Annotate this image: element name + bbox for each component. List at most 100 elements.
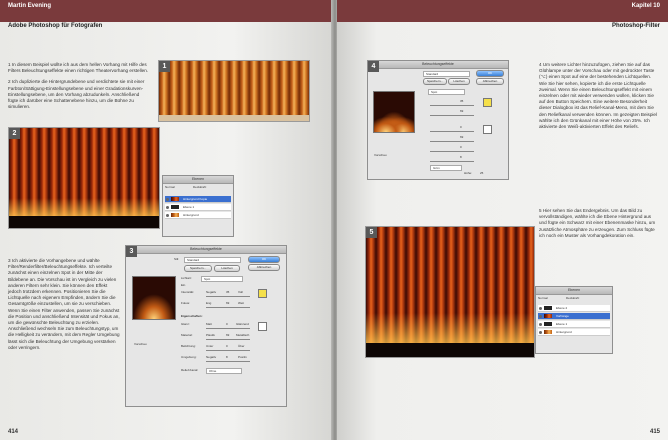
eye-icon[interactable] bbox=[166, 205, 169, 209]
layer-row[interactable]: Ebene 1 bbox=[538, 321, 610, 328]
layer-thumbnail bbox=[544, 306, 552, 310]
eye-icon[interactable] bbox=[166, 213, 169, 217]
intensity-slider[interactable] bbox=[206, 296, 250, 297]
stage-glow bbox=[366, 313, 534, 347]
stage-floor bbox=[366, 343, 534, 357]
layer-row[interactable]: Hintergrund Kopie bbox=[165, 196, 231, 203]
light-color-swatch[interactable] bbox=[483, 98, 492, 107]
left-page-number: 414 bbox=[8, 429, 19, 435]
step-5-text: 5 Hier sehen Sie das Endergebnis. Um das… bbox=[539, 208, 656, 238]
gloss-value[interactable]: 0 bbox=[460, 125, 462, 129]
eye-icon[interactable] bbox=[539, 314, 542, 318]
focus-value[interactable]: 69 bbox=[460, 109, 463, 113]
material-min: Plastik bbox=[206, 333, 215, 337]
properties-label: Eigenschaften: bbox=[181, 314, 203, 318]
save-button[interactable]: Speichern... bbox=[423, 78, 447, 85]
ambience-slider[interactable] bbox=[206, 361, 250, 362]
height-label: Höhe: bbox=[464, 171, 473, 175]
intensity-value[interactable]: 35 bbox=[460, 99, 463, 103]
light-color-swatch[interactable] bbox=[258, 289, 267, 298]
cancel-button[interactable]: Abbrechen bbox=[248, 264, 280, 271]
focus-slider[interactable] bbox=[206, 307, 250, 308]
eye-icon[interactable] bbox=[539, 306, 542, 310]
focus-value[interactable]: 69 bbox=[226, 301, 229, 305]
layer-thumbnail bbox=[544, 330, 552, 334]
right-header-bar: Kapitel 10 bbox=[337, 0, 668, 22]
intensity-slider[interactable] bbox=[430, 105, 474, 106]
light-type-select[interactable]: Spot bbox=[201, 276, 243, 282]
save-button[interactable]: Speichern... bbox=[184, 265, 212, 272]
style-select[interactable]: Standard bbox=[423, 71, 470, 77]
blend-mode-select[interactable]: Normal bbox=[538, 296, 548, 300]
light-type-value: Spot bbox=[204, 277, 211, 281]
intensity-value[interactable]: 35 bbox=[226, 290, 229, 294]
material-slider[interactable] bbox=[206, 339, 250, 340]
preview-area[interactable] bbox=[132, 276, 176, 320]
exposure-label: Belichtung: bbox=[181, 344, 196, 348]
ok-button[interactable]: OK bbox=[476, 70, 504, 77]
on-checkbox[interactable]: Ein bbox=[181, 283, 185, 287]
layer-row[interactable]: Hintergrund bbox=[538, 329, 610, 336]
texture-channel-label: Relief-Kanal: bbox=[181, 368, 199, 372]
focus-slider[interactable] bbox=[430, 115, 474, 116]
right-text-column-2: 5 Hier sehen Sie das Endergebnis. Um das… bbox=[539, 208, 657, 244]
intensity-label: Intensität: bbox=[181, 290, 195, 294]
eye-icon[interactable] bbox=[539, 322, 542, 326]
opacity-label: Deckkraft: bbox=[566, 296, 580, 300]
exposure-value[interactable]: 0 bbox=[226, 344, 228, 348]
layer-thumbnail bbox=[544, 314, 552, 318]
exposure-slider[interactable] bbox=[206, 350, 250, 351]
layer-row[interactable]: Vorhänge bbox=[538, 313, 610, 320]
cancel-button[interactable]: Abbrechen bbox=[476, 78, 504, 85]
layer-row[interactable]: Hintergrund bbox=[165, 212, 231, 219]
layer-row[interactable]: Ebene 2 bbox=[538, 305, 610, 312]
material-value[interactable]: 69 bbox=[460, 135, 463, 139]
figure-1-curtain-photo: 1 bbox=[158, 60, 310, 122]
gloss-slider[interactable] bbox=[430, 131, 474, 132]
chapter-title: Photoshop-Filter bbox=[612, 23, 660, 29]
layer-name: Hintergrund bbox=[556, 330, 572, 334]
ambience-slider[interactable] bbox=[430, 161, 474, 162]
ambient-color-swatch[interactable] bbox=[258, 322, 267, 331]
figure-2-curtain-photo: 2 bbox=[8, 127, 160, 229]
gloss-value[interactable]: 0 bbox=[226, 322, 228, 326]
texture-channel-select[interactable]: Grün bbox=[430, 165, 462, 171]
texture-channel-select[interactable]: Ohne bbox=[206, 368, 242, 374]
eye-icon[interactable] bbox=[166, 197, 169, 201]
ambient-color-swatch[interactable] bbox=[483, 125, 492, 134]
style-select[interactable]: Standard bbox=[184, 257, 241, 263]
eye-icon[interactable] bbox=[539, 330, 542, 334]
texture-channel-value: Ohne bbox=[209, 369, 217, 373]
book-title: Adobe Photoshop für Fotografen bbox=[8, 23, 103, 29]
focus-min: Eng bbox=[206, 301, 212, 305]
material-slider[interactable] bbox=[430, 141, 474, 142]
ambience-value[interactable]: 8 bbox=[226, 355, 228, 359]
ambience-min: Negativ bbox=[206, 355, 217, 359]
stage-floor bbox=[159, 115, 309, 121]
left-header-bar: Martin Evening bbox=[0, 0, 333, 22]
preview-area[interactable] bbox=[373, 91, 415, 133]
lighting-effects-dialog: 3 Beleuchtungseffekte Stil: Standard OK … bbox=[125, 245, 287, 407]
light-type-select[interactable]: Spot bbox=[428, 89, 465, 95]
height-value[interactable]: 25 bbox=[480, 171, 483, 175]
style-value: Standard bbox=[187, 258, 200, 262]
delete-button[interactable]: Löschen bbox=[214, 265, 240, 272]
exposure-value[interactable]: 0 bbox=[460, 145, 462, 149]
step-1-text: 1 In diesem Beispiel wollte ich aus dem … bbox=[8, 62, 149, 74]
ok-button[interactable]: OK bbox=[248, 256, 280, 263]
figure-1-number: 1 bbox=[159, 61, 170, 72]
intensity-max: Voll bbox=[238, 290, 243, 294]
layer-thumbnail bbox=[544, 322, 552, 326]
blend-mode-select[interactable]: Normal bbox=[165, 185, 175, 189]
preview-checkbox-label[interactable]: Vorschau bbox=[374, 153, 387, 157]
ambience-label: Umgebung: bbox=[181, 355, 197, 359]
stage-glow bbox=[9, 198, 159, 218]
delete-button[interactable]: Löschen bbox=[448, 78, 470, 85]
ambience-value[interactable]: 8 bbox=[460, 155, 462, 159]
layer-row[interactable]: Ebene 1 bbox=[165, 204, 231, 211]
preview-checkbox-label[interactable]: Vorschau bbox=[134, 342, 147, 346]
material-value[interactable]: 69 bbox=[226, 333, 229, 337]
gloss-slider[interactable] bbox=[206, 328, 250, 329]
exposure-slider[interactable] bbox=[430, 151, 474, 152]
layer-name: Hintergrund Kopie bbox=[183, 197, 208, 201]
